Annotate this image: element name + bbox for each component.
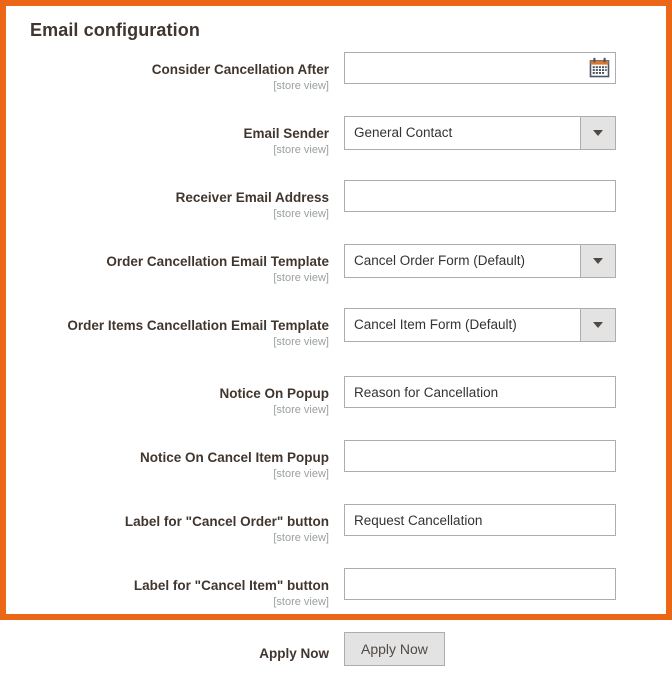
label-for-cancel-item-button-input[interactable] bbox=[344, 568, 616, 600]
field-control-email-sender: General Contact bbox=[344, 116, 616, 150]
notice-on-cancel-item-popup-input[interactable] bbox=[344, 440, 616, 472]
field-scope-text: [store view] bbox=[273, 144, 329, 156]
field-control-consider-cancellation-after bbox=[344, 52, 616, 84]
field-control-receiver-email-address bbox=[344, 180, 616, 212]
field-row-email-sender: Email Sender [store view] General Contac… bbox=[6, 116, 666, 180]
select-selected-value: General Contact bbox=[354, 125, 453, 140]
calendar-icon-svg bbox=[589, 57, 610, 78]
field-scope-text: [store view] bbox=[273, 208, 329, 220]
field-row-order-items-cancellation-email-template: Order Items Cancellation Email Template … bbox=[6, 308, 666, 376]
field-control-notice-on-cancel-item-popup bbox=[344, 440, 616, 472]
field-scope-text: [store view] bbox=[273, 272, 329, 284]
field-row-label-for-cancel-order-button: Label for "Cancel Order" button [store v… bbox=[6, 504, 666, 568]
panel-body: Email configuration Consider Cancellatio… bbox=[6, 6, 666, 666]
field-row-apply-now: Apply Now Apply Now bbox=[6, 632, 666, 696]
consider-cancellation-after-input[interactable] bbox=[344, 52, 616, 84]
chevron-down-icon[interactable] bbox=[580, 245, 615, 277]
email-configuration-form: Consider Cancellation After [store view] bbox=[6, 52, 666, 696]
select-selected-value: Cancel Order Form (Default) bbox=[354, 253, 526, 268]
field-scope-text: [store view] bbox=[273, 468, 329, 480]
field-scope-text: [store view] bbox=[273, 336, 329, 348]
email-sender-select[interactable]: General Contact bbox=[344, 116, 616, 150]
receiver-email-address-input[interactable] bbox=[344, 180, 616, 212]
field-control-label-for-cancel-item-button bbox=[344, 568, 616, 600]
field-row-notice-on-popup: Notice On Popup [store view] bbox=[6, 376, 666, 440]
field-label-order-items-cancellation-email-template: Order Items Cancellation Email Template … bbox=[6, 317, 329, 350]
chevron-down-glyph bbox=[593, 130, 603, 136]
field-label-text: Order Cancellation Email Template bbox=[106, 254, 329, 269]
field-label-order-cancellation-email-template: Order Cancellation Email Template [store… bbox=[6, 253, 329, 286]
chevron-down-glyph bbox=[593, 322, 603, 328]
field-label-consider-cancellation-after: Consider Cancellation After [store view] bbox=[6, 61, 329, 94]
field-label-email-sender: Email Sender [store view] bbox=[6, 125, 329, 158]
field-label-apply-now: Apply Now bbox=[6, 645, 329, 662]
field-control-order-items-cancellation-email-template: Cancel Item Form (Default) bbox=[344, 308, 616, 342]
field-label-label-for-cancel-order-button: Label for "Cancel Order" button [store v… bbox=[6, 513, 329, 546]
field-scope-text: [store view] bbox=[273, 80, 329, 92]
field-row-order-cancellation-email-template: Order Cancellation Email Template [store… bbox=[6, 244, 666, 308]
field-label-text: Label for "Cancel Item" button bbox=[133, 578, 329, 593]
field-control-order-cancellation-email-template: Cancel Order Form (Default) bbox=[344, 244, 616, 278]
field-label-text: Notice On Popup bbox=[219, 386, 330, 401]
field-scope-text: [store view] bbox=[273, 404, 329, 416]
chevron-down-glyph bbox=[593, 258, 603, 264]
page-title: Email configuration bbox=[30, 20, 200, 40]
field-label-notice-on-popup: Notice On Popup [store view] bbox=[6, 385, 330, 418]
select-selected-value: Cancel Item Form (Default) bbox=[354, 317, 517, 332]
order-items-cancellation-email-template-select[interactable]: Cancel Item Form (Default) bbox=[344, 308, 616, 342]
field-row-consider-cancellation-after: Consider Cancellation After [store view] bbox=[6, 52, 666, 116]
field-control-label-for-cancel-order-button bbox=[344, 504, 616, 536]
field-label-text: Email Sender bbox=[243, 126, 329, 141]
field-label-text: Receiver Email Address bbox=[175, 190, 329, 205]
field-control-apply-now: Apply Now bbox=[344, 632, 616, 666]
apply-now-button[interactable]: Apply Now bbox=[344, 632, 445, 666]
field-label-label-for-cancel-item-button: Label for "Cancel Item" button [store vi… bbox=[6, 577, 329, 610]
field-row-label-for-cancel-item-button: Label for "Cancel Item" button [store vi… bbox=[6, 568, 666, 632]
label-for-cancel-order-button-input[interactable] bbox=[344, 504, 616, 536]
field-label-text: Order Items Cancellation Email Template bbox=[67, 318, 329, 333]
field-row-notice-on-cancel-item-popup: Notice On Cancel Item Popup [store view] bbox=[6, 440, 666, 504]
field-control-notice-on-popup bbox=[344, 376, 616, 408]
email-configuration-panel: Email configuration Consider Cancellatio… bbox=[0, 0, 672, 666]
field-row-receiver-email-address: Receiver Email Address [store view] bbox=[6, 180, 666, 244]
field-label-text: Notice On Cancel Item Popup bbox=[139, 450, 329, 465]
field-scope-text: [store view] bbox=[273, 532, 329, 544]
field-label-text: Consider Cancellation After bbox=[151, 62, 329, 77]
notice-on-popup-input[interactable] bbox=[344, 376, 616, 408]
field-label-notice-on-cancel-item-popup: Notice On Cancel Item Popup [store view] bbox=[6, 449, 329, 482]
chevron-down-icon[interactable] bbox=[580, 117, 615, 149]
date-input-wrapper bbox=[344, 52, 616, 84]
chevron-down-icon[interactable] bbox=[580, 309, 615, 341]
field-label-receiver-email-address: Receiver Email Address [store view] bbox=[6, 189, 329, 222]
field-scope-text: [store view] bbox=[273, 596, 329, 608]
field-label-text: Label for "Cancel Order" button bbox=[124, 514, 329, 529]
field-label-text: Apply Now bbox=[259, 646, 329, 661]
calendar-icon[interactable] bbox=[589, 57, 610, 78]
order-cancellation-email-template-select[interactable]: Cancel Order Form (Default) bbox=[344, 244, 616, 278]
